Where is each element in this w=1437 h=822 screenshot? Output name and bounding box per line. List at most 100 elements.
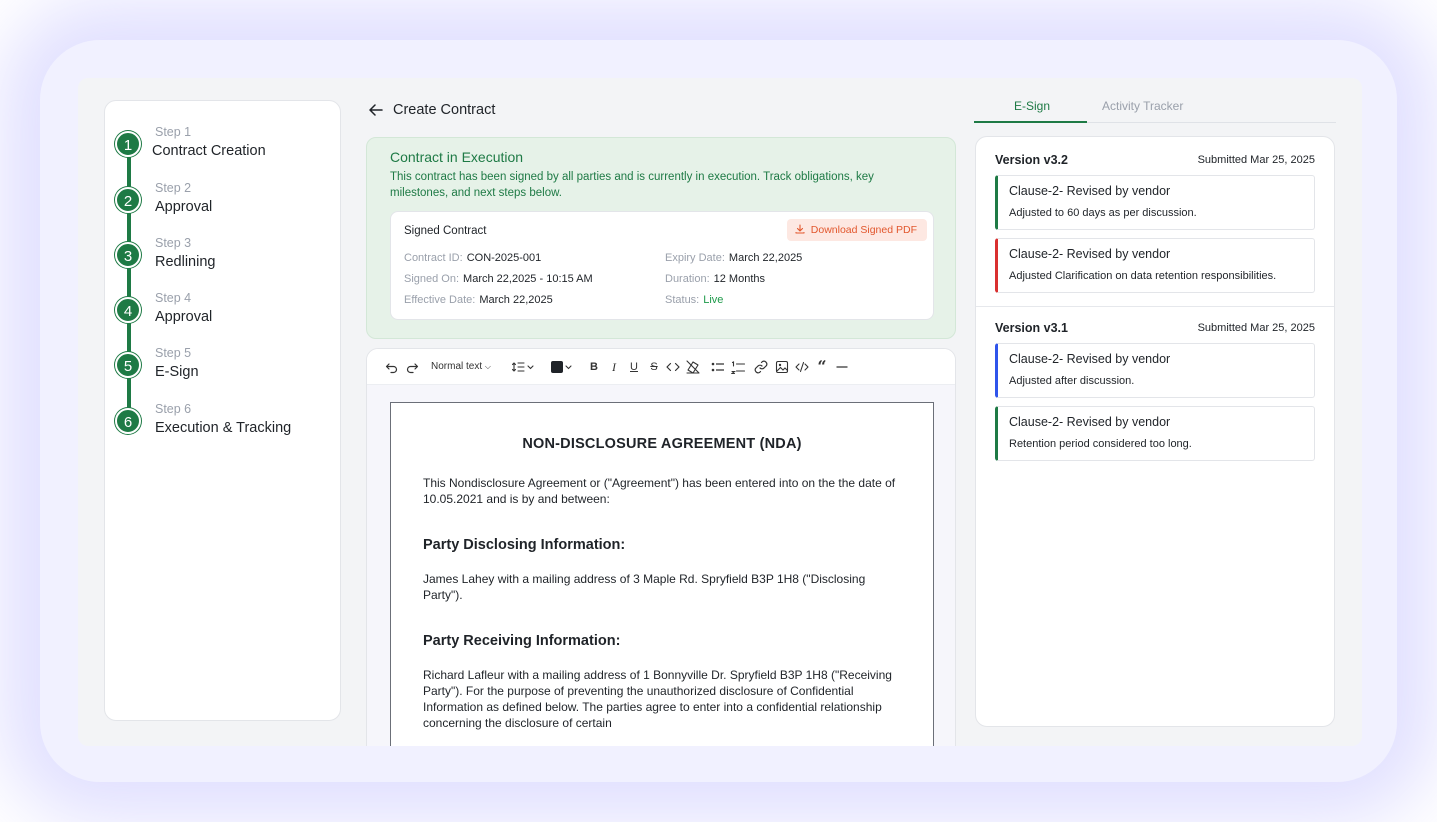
quote-icon[interactable]: “: [815, 359, 829, 375]
italic-icon[interactable]: I: [607, 359, 621, 375]
step-4[interactable]: 4 Step 4 Approval: [115, 291, 335, 335]
field-value: CON-2025-001: [466, 252, 542, 264]
document-editor: Normal text ⌵ B I U S “ NON-DISCLOSURE A…: [366, 348, 956, 746]
bullet-list-icon[interactable]: [711, 359, 725, 375]
clause-description: Retention period considered too long.: [1009, 438, 1192, 450]
numbered-list-icon[interactable]: [731, 359, 745, 375]
step-number: 1: [115, 131, 141, 157]
step-title: Contract Creation: [152, 143, 266, 159]
clause-title: Clause-2- Revised by vendor: [1009, 247, 1171, 261]
step-number: 4: [115, 297, 141, 323]
app-frame: 1 Step 1 Contract Creation 2 Step 2 Appr…: [78, 78, 1362, 746]
document-paragraph: Richard Lafleur with a mailing address o…: [423, 668, 892, 730]
code-block-icon[interactable]: [794, 359, 810, 375]
step-label: Step 3: [155, 236, 192, 250]
step-number: 5: [115, 352, 141, 378]
step-number: 3: [115, 242, 141, 268]
strikethrough-icon[interactable]: S: [647, 359, 661, 375]
status-field: Status: Live: [665, 294, 723, 306]
tab-esign[interactable]: E-Sign: [1014, 99, 1050, 113]
horizontal-rule-icon[interactable]: [835, 359, 849, 375]
field-key: Effective Date:: [404, 294, 476, 306]
line-spacing-icon[interactable]: [511, 359, 537, 375]
field-key: Duration:: [665, 273, 710, 285]
step-label: Step 5: [155, 346, 192, 360]
version-divider: [976, 306, 1334, 307]
document-title: NON-DISCLOSURE AGREEMENT (NDA): [522, 436, 802, 452]
expiry-date-field: Expiry Date: March 22,2025: [665, 252, 802, 264]
link-icon[interactable]: [753, 359, 769, 375]
clause-card[interactable]: Clause-2- Revised by vendor Retention pe…: [995, 406, 1315, 461]
clause-title: Clause-2- Revised by vendor: [1009, 415, 1171, 429]
clause-card[interactable]: Clause-2- Revised by vendor Adjusted to …: [995, 175, 1315, 230]
clear-format-icon[interactable]: [685, 359, 701, 375]
redo-icon[interactable]: [405, 359, 419, 375]
effective-date-field: Effective Date: March 22,2025: [404, 294, 553, 306]
field-key: Signed On:: [404, 273, 460, 285]
duration-field: Duration: 12 Months: [665, 273, 765, 285]
image-icon[interactable]: [775, 359, 789, 375]
section-heading: Party Receiving Information:: [423, 633, 621, 649]
step-title: E-Sign: [155, 364, 199, 380]
field-key: Expiry Date:: [665, 252, 725, 264]
clause-description: Adjusted to 60 days as per discussion.: [1009, 207, 1197, 219]
step-label: Step 1: [155, 125, 192, 139]
step-1[interactable]: 1 Step 1 Contract Creation: [115, 125, 335, 169]
status-badge: Live: [703, 294, 724, 306]
step-title: Approval: [155, 309, 213, 325]
version-name: Version v3.1: [995, 321, 1068, 335]
step-title: Approval: [155, 199, 213, 215]
step-5[interactable]: 5 Step 5 E-Sign: [115, 346, 335, 390]
page-title: Create Contract: [393, 102, 496, 118]
document-page[interactable]: NON-DISCLOSURE AGREEMENT (NDA) This Nond…: [390, 402, 934, 746]
field-key: Status:: [665, 294, 700, 306]
step-label: Step 4: [155, 291, 192, 305]
clause-card[interactable]: Clause-2- Revised by vendor Adjusted aft…: [995, 343, 1315, 398]
signed-contract-title: Signed Contract: [404, 225, 487, 237]
right-tabs: E-Sign Activity Tracker: [974, 95, 1336, 123]
text-color-picker[interactable]: [550, 359, 576, 375]
signed-on-field: Signed On: March 22,2025 - 10:15 AM: [404, 273, 593, 285]
text-style-dropdown[interactable]: Normal text ⌵: [431, 359, 497, 375]
document-paragraph: James Lahey with a mailing address of 3 …: [423, 572, 866, 602]
document-canvas: NON-DISCLOSURE AGREEMENT (NDA) This Nond…: [367, 385, 955, 746]
clause-card[interactable]: Clause-2- Revised by vendor Adjusted Cla…: [995, 238, 1315, 293]
field-value: 12 Months: [713, 273, 766, 285]
step-6[interactable]: 6 Step 6 Execution & Tracking: [115, 402, 335, 446]
download-label: Download Signed PDF: [810, 224, 917, 236]
editor-toolbar: Normal text ⌵ B I U S “: [367, 349, 955, 385]
document-intro: This Nondisclosure Agreement or ("Agreem…: [423, 476, 896, 506]
version-history-panel: Version v3.2 Submitted Mar 25, 2025 Clau…: [975, 136, 1335, 727]
chevron-down-icon: ⌵: [484, 362, 491, 371]
step-2[interactable]: 2 Step 2 Approval: [115, 181, 335, 225]
field-value: March 22,2025: [728, 252, 803, 264]
underline-icon[interactable]: U: [627, 359, 641, 375]
text-style-value: Normal text: [431, 361, 483, 372]
arrow-left-icon[interactable]: [368, 102, 384, 118]
version-submitted-date: Submitted Mar 25, 2025: [1197, 322, 1315, 334]
stepper-panel: 1 Step 1 Contract Creation 2 Step 2 Appr…: [104, 100, 341, 721]
bold-icon[interactable]: B: [587, 359, 601, 375]
clause-description: Adjusted Clarification on data retention…: [1009, 270, 1277, 282]
clause-title: Clause-2- Revised by vendor: [1009, 352, 1171, 366]
download-signed-pdf-button[interactable]: Download Signed PDF: [786, 219, 927, 241]
step-title: Redlining: [155, 254, 216, 270]
version-submitted-date: Submitted Mar 25, 2025: [1197, 154, 1315, 166]
version-name: Version v3.2: [995, 153, 1068, 167]
field-value: March 22,2025 - 10:15 AM: [463, 273, 593, 285]
tab-activity-tracker[interactable]: Activity Tracker: [1102, 99, 1183, 113]
section-heading: Party Disclosing Information:: [423, 537, 626, 553]
clause-title: Clause-2- Revised by vendor: [1009, 184, 1171, 198]
step-label: Step 2: [155, 181, 192, 195]
execution-banner: Contract in Execution This contract has …: [366, 137, 956, 339]
field-key: Contract ID:: [404, 252, 463, 264]
signed-contract-card: Signed Contract Download Signed PDF Cont…: [390, 211, 934, 320]
active-tab-indicator: [974, 121, 1087, 123]
step-3[interactable]: 3 Step 3 Redlining: [115, 236, 335, 280]
undo-icon[interactable]: [385, 359, 399, 375]
clause-description: Adjusted after discussion.: [1009, 375, 1135, 387]
banner-title: Contract in Execution: [390, 149, 524, 165]
code-inline-icon[interactable]: [665, 359, 681, 375]
field-value: March 22,2025: [479, 294, 553, 306]
step-number: 6: [115, 408, 141, 434]
